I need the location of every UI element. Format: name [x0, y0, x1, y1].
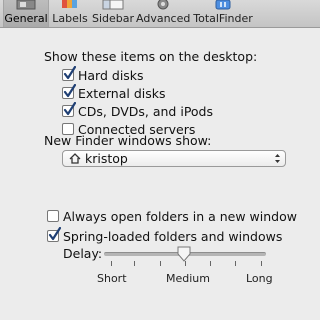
delay-slider-thumb[interactable]	[176, 246, 192, 262]
tab-sidebar[interactable]: Sidebar	[92, 0, 134, 27]
slider-tick	[261, 261, 262, 266]
checkmark-icon	[48, 227, 61, 241]
checkbox-hard-disks[interactable]: Hard disks	[62, 66, 144, 83]
popup-value: kristop	[85, 151, 128, 166]
tab-label: Labels	[52, 12, 88, 25]
desktop-items-heading: Show these items on the desktop:	[44, 49, 258, 64]
slider-tick	[111, 261, 112, 266]
tab-general[interactable]: General	[3, 0, 49, 27]
new-window-popup[interactable]: kristop	[62, 150, 286, 167]
label-tag-icon	[62, 0, 77, 8]
delay-label: Delay:	[63, 246, 103, 261]
checkmark-icon	[63, 84, 76, 98]
gear-icon	[157, 0, 169, 10]
tick-label-medium: Medium	[166, 272, 210, 285]
tab-label: Advanced	[136, 12, 191, 25]
checkbox[interactable]	[47, 210, 59, 222]
checkbox[interactable]	[47, 227, 61, 242]
checkbox[interactable]	[62, 102, 76, 117]
checkbox[interactable]	[62, 66, 76, 81]
checkbox[interactable]	[62, 84, 76, 99]
home-icon	[69, 153, 81, 164]
slider-tick	[210, 261, 211, 266]
tab-label: General	[4, 12, 48, 25]
slider-tick	[160, 261, 161, 266]
tab-labels[interactable]: Labels	[50, 0, 90, 27]
popup-arrows-icon	[275, 154, 280, 163]
tab-label: TotalFinder	[193, 12, 253, 25]
tab-totalfinder[interactable]: TotalFinder	[192, 0, 254, 27]
new-window-heading: New Finder windows show:	[44, 133, 212, 148]
checkbox-external-disks[interactable]: External disks	[62, 84, 166, 101]
tick-label-short: Short	[97, 272, 127, 285]
checkbox-cds-dvds-ipods[interactable]: CDs, DVDs, and iPods	[62, 102, 214, 119]
slider-tick	[134, 261, 135, 266]
checkbox-label: Hard disks	[78, 67, 144, 83]
slider-tick	[185, 261, 186, 266]
preferences-toolbar: General Labels Sidebar Advanced TotalFin…	[0, 0, 320, 28]
checkbox-label: CDs, DVDs, and iPods	[78, 103, 214, 119]
checkbox-label: Spring-loaded folders and windows	[63, 228, 283, 244]
tab-label: Sidebar	[92, 12, 135, 25]
checkmark-icon	[63, 102, 76, 116]
switch-icon	[16, 0, 36, 10]
slider-tick	[235, 261, 236, 266]
tick-label-long: Long	[246, 272, 273, 285]
tab-advanced[interactable]: Advanced	[136, 0, 190, 27]
checkmark-icon	[63, 66, 76, 80]
checkbox-always-open-new-window[interactable]: Always open folders in a new window	[47, 208, 297, 224]
checkbox-spring-loaded[interactable]: Spring-loaded folders and windows	[47, 227, 283, 244]
sidebar-icon	[102, 0, 124, 10]
totalfinder-icon	[215, 0, 231, 10]
checkbox-label: Always open folders in a new window	[63, 208, 297, 224]
checkbox-label: External disks	[78, 85, 166, 101]
